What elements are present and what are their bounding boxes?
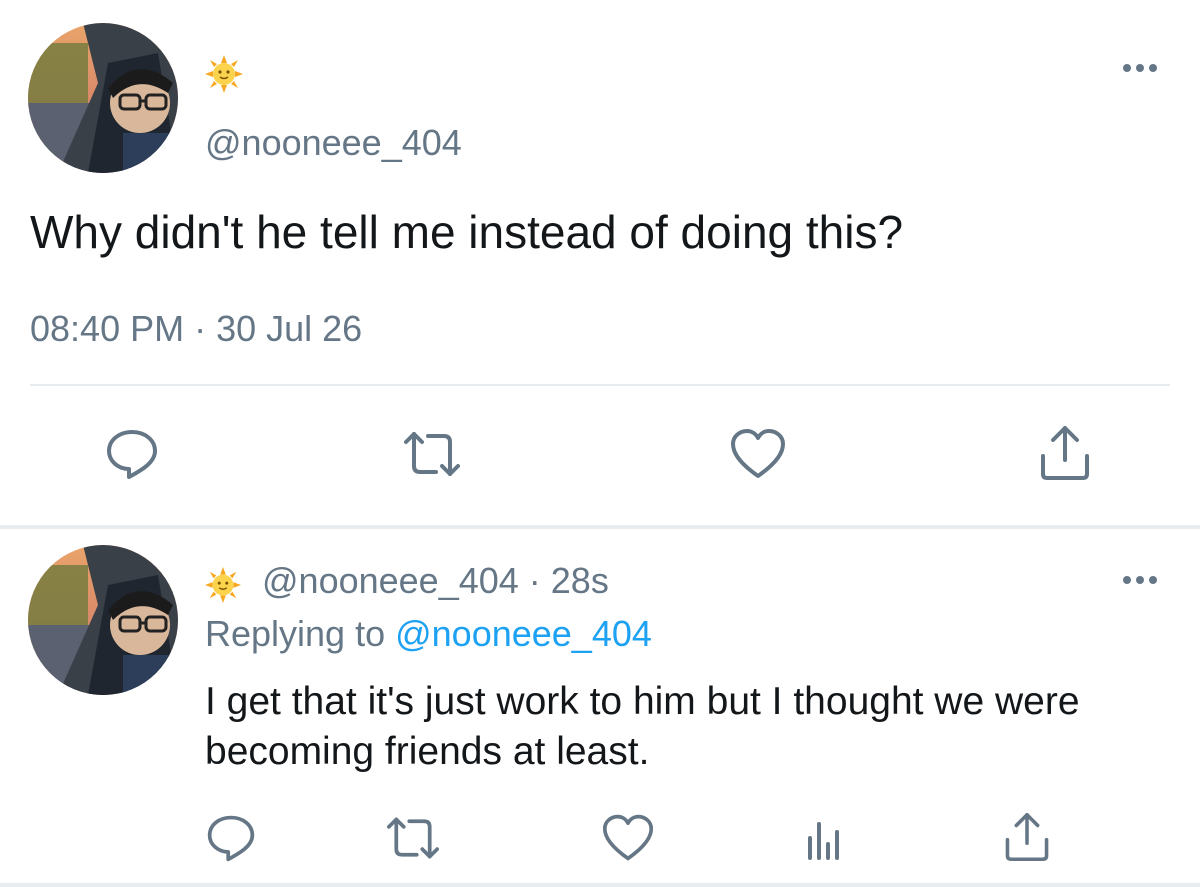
- reply-header[interactable]: @nooneee_404 · 28s: [262, 560, 609, 602]
- like-icon[interactable]: [728, 426, 788, 482]
- replying-to: Replying to @nooneee_404: [205, 613, 652, 655]
- analytics-icon[interactable]: [798, 812, 848, 864]
- reply-icon[interactable]: [104, 426, 160, 482]
- more-horizontal-icon[interactable]: [1120, 58, 1160, 78]
- reply-icon[interactable]: [205, 812, 257, 864]
- divider: [30, 384, 1170, 386]
- tweet-timestamp[interactable]: 08:40 PM · 30 Jul 26: [30, 308, 362, 350]
- tweet-thread: @nooneee_404 Why didn't he tell me inste…: [0, 0, 1200, 887]
- more-horizontal-icon[interactable]: [1120, 570, 1160, 590]
- section-divider: [0, 525, 1200, 529]
- like-icon[interactable]: [600, 812, 656, 864]
- replying-to-label: Replying to: [205, 613, 396, 654]
- user-handle[interactable]: @nooneee_404: [205, 122, 462, 164]
- avatar[interactable]: [28, 23, 178, 173]
- reply-text: I get that it's just work to him but I t…: [205, 680, 1080, 773]
- sun-with-face-icon: [205, 55, 243, 93]
- mention-link[interactable]: @nooneee_404: [395, 613, 652, 654]
- share-icon[interactable]: [1038, 424, 1092, 482]
- bottom-divider: [0, 883, 1200, 887]
- main-tweet[interactable]: @nooneee_404 Why didn't he tell me inste…: [0, 0, 1200, 525]
- sun-with-face-icon: [205, 567, 241, 603]
- retweet-icon[interactable]: [382, 812, 444, 864]
- retweet-icon[interactable]: [400, 426, 464, 482]
- avatar[interactable]: [28, 545, 178, 695]
- share-icon[interactable]: [1003, 810, 1051, 864]
- tweet-text: Why didn't he tell me instead of doing t…: [30, 206, 904, 258]
